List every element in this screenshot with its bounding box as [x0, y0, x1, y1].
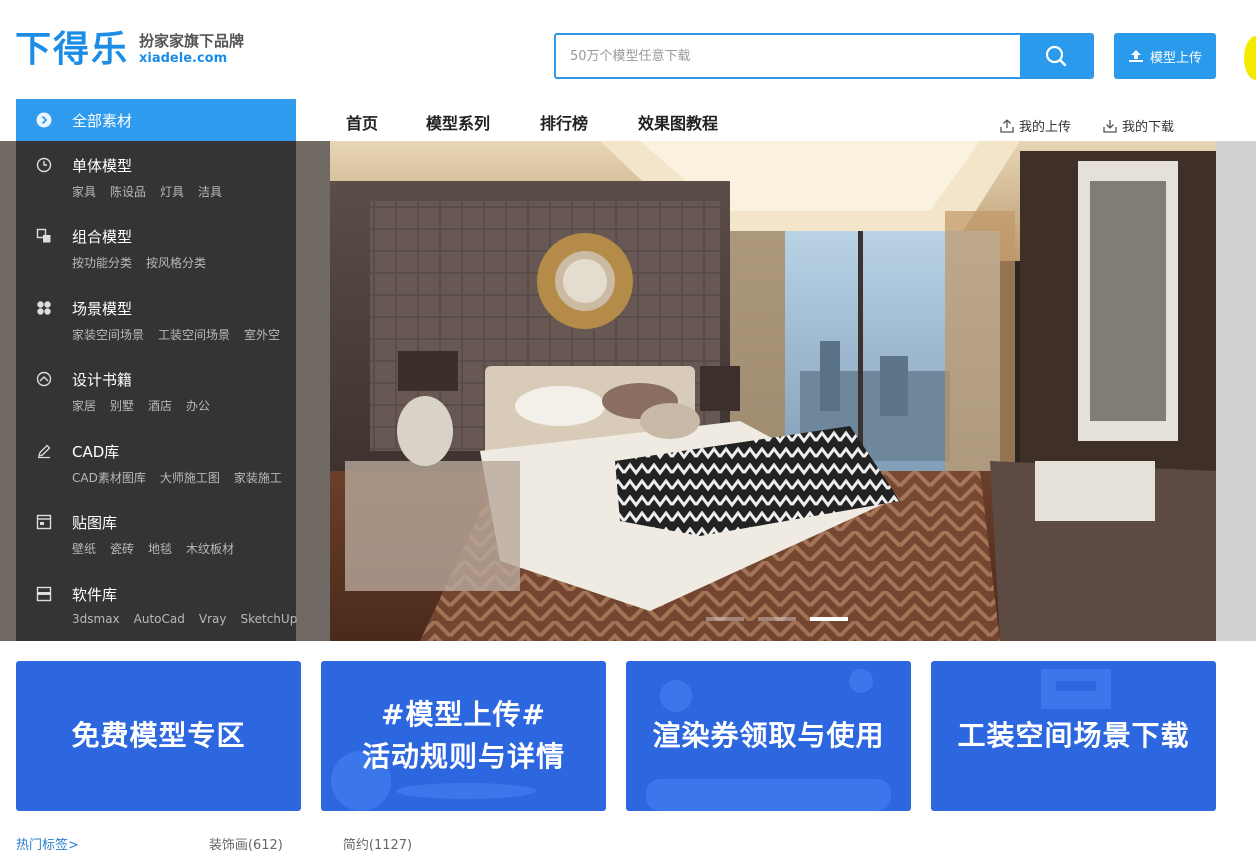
my-uploads-label: 我的上传 — [1019, 120, 1072, 135]
category-sub-link[interactable]: 办公 — [186, 397, 210, 414]
carousel-dot[interactable] — [706, 617, 744, 621]
promo-title: 渲染券领取与使用 — [652, 719, 885, 752]
category-title: 场景模型 — [72, 300, 133, 318]
pencil-icon — [38, 444, 51, 459]
category-sub-link[interactable]: 工装空间场景 — [158, 326, 230, 343]
my-uploads-link[interactable]: 我的上传 — [1000, 116, 1071, 135]
model-upload-button[interactable]: 模型上传 — [1114, 33, 1216, 79]
upload-icon — [1000, 119, 1014, 133]
category-sub-link[interactable]: 木纹板材 — [186, 540, 234, 557]
category-sub-link[interactable]: 按功能分类 — [72, 254, 132, 271]
category-sub-link[interactable]: 家装施工 — [234, 469, 282, 486]
all-materials-header[interactable]: 全部素材 — [16, 99, 296, 141]
promo-title: 工装空间场景下载 — [957, 719, 1190, 752]
category-title: 单体模型 — [72, 157, 133, 175]
logo-slogan: 扮家家旗下品牌 — [139, 32, 245, 50]
promo-commercial-scenes[interactable]: 工装空间场景下载 — [931, 661, 1216, 811]
promo-title: 免费模型专区 — [71, 719, 246, 752]
category-sub-link[interactable]: 家居 — [72, 397, 96, 414]
category-sub-link[interactable]: 3dsmax — [72, 612, 120, 626]
category-sub-link[interactable]: 别墅 — [110, 397, 134, 414]
promo-subtitle: 活动规则与详情 — [361, 740, 565, 773]
category-sub-link[interactable]: 壁纸 — [72, 540, 96, 557]
user-links: 我的上传 我的下载 — [1000, 116, 1174, 135]
all-materials-label: 全部素材 — [72, 111, 133, 130]
layers-icon — [36, 228, 51, 243]
chevron-right-icon — [36, 112, 52, 128]
category-title: 软件库 — [72, 586, 118, 604]
logo-domain: xiadele.com — [139, 51, 228, 66]
clock-icon — [36, 157, 52, 173]
category-sub-link[interactable]: SketchUp — [240, 612, 297, 626]
nav-model-series[interactable]: 模型系列 — [426, 110, 490, 134]
category-sub-link[interactable]: 陈设品 — [110, 183, 146, 200]
category-sub-link[interactable]: 大师施工图 — [160, 469, 220, 486]
category-title: CAD库 — [72, 443, 120, 461]
nav-home[interactable]: 首页 — [346, 110, 378, 134]
my-downloads-link[interactable]: 我的下载 — [1103, 116, 1174, 135]
book-icon — [36, 371, 52, 387]
promo-title: #模型上传# — [381, 698, 546, 731]
nav-ranking[interactable]: 排行榜 — [540, 110, 588, 134]
search-box — [554, 33, 1094, 79]
software-icon — [36, 586, 52, 602]
nav-tutorials[interactable]: 效果图教程 — [638, 110, 718, 134]
promo-upload-event[interactable]: #模型上传# 活动规则与详情 — [321, 661, 606, 811]
category-sub-link[interactable]: 地毯 — [148, 540, 172, 557]
category-sub-link[interactable]: 室外空 — [244, 326, 280, 343]
search-input[interactable] — [556, 35, 1020, 77]
upload-icon — [1128, 50, 1143, 62]
category-sub-link[interactable]: AutoCad — [134, 612, 185, 626]
category-sub-link[interactable]: 家具 — [72, 183, 96, 200]
search-button[interactable] — [1020, 35, 1092, 77]
download-icon — [1103, 119, 1117, 133]
category-sub-link[interactable]: Vray — [199, 612, 227, 626]
promo-render-coupon[interactable]: 渲染券领取与使用 — [626, 661, 911, 811]
category-sub-link[interactable]: 家装空间场景 — [72, 326, 144, 343]
category-sub-link[interactable]: 洁具 — [198, 183, 222, 200]
category-title: 组合模型 — [72, 228, 133, 246]
texture-icon — [36, 514, 52, 530]
grid-dots-icon — [37, 301, 51, 315]
logo-mark: 下得乐 — [15, 29, 130, 70]
carousel-dot-active[interactable] — [810, 617, 848, 621]
category-sub-link[interactable]: CAD素材图库 — [72, 469, 146, 486]
upload-button-label: 模型上传 — [1149, 50, 1202, 66]
promo-cards: 免费模型专区 #模型上传# 活动规则与详情 渲染券领取与使用 工装空间场景下载 — [16, 661, 1216, 811]
category-sub-link[interactable]: 酒店 — [148, 397, 172, 414]
category-sidebar: 单体模型 家具 陈设品 灯具 洁具 组合模型 按功能分类 按风格分类 场景模型 … — [16, 141, 297, 641]
carousel-dots — [706, 617, 848, 621]
category-sub-link[interactable]: 瓷砖 — [110, 540, 134, 557]
logo[interactable]: 下得乐 扮家家旗下品牌 xiadele.com — [15, 30, 244, 70]
category-sub-link[interactable]: 按风格分类 — [146, 254, 206, 271]
promo-free-models[interactable]: 免费模型专区 — [16, 661, 301, 811]
category-title: 设计书籍 — [72, 371, 133, 389]
my-downloads-label: 我的下载 — [1122, 120, 1175, 135]
category-sub-link[interactable]: 灯具 — [160, 183, 184, 200]
floating-badge[interactable] — [1244, 36, 1256, 80]
carousel-dot[interactable] — [758, 617, 796, 621]
search-icon — [1045, 45, 1067, 67]
category-title: 贴图库 — [72, 514, 118, 532]
main-nav: 首页 模型系列 排行榜 效果图教程 — [346, 110, 718, 134]
